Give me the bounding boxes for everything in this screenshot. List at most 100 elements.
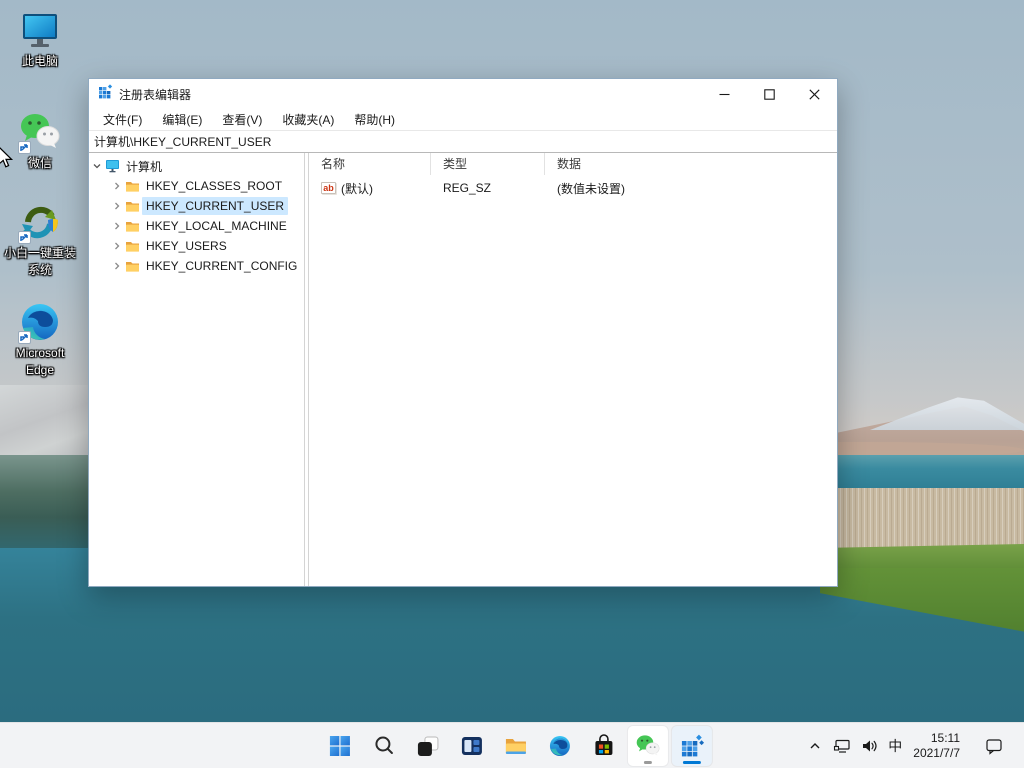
desktop-icon-microsoft-edge[interactable]: Microsoft Edge [6,300,74,378]
value-type: REG_SZ [443,181,492,195]
registry-value-row[interactable]: ab (默认) REG_SZ (数值未设置) [309,178,837,198]
desktop-app-button[interactable] [408,726,448,766]
desktop-icon-label: Microsoft [15,346,65,360]
folder-icon [125,240,142,253]
menu-favorites[interactable]: 收藏夹(A) [272,109,344,130]
address-bar[interactable]: 计算机\HKEY_CURRENT_USER [89,131,837,153]
edge-icon [549,736,570,756]
menu-file[interactable]: 文件(F) [93,109,152,130]
desktop: 此电脑 微信 小白一键重装 系统 Microsoft Edge 注册表编辑器 文… [0,0,1024,768]
registry-editor-taskbar-button[interactable] [671,726,712,766]
tray-time: 15:11 [930,731,960,745]
address-path: 计算机\HKEY_CURRENT_USER [94,135,272,149]
desktop-icon-xiaobai-reinstall[interactable]: 小白一键重装 系统 [4,200,77,278]
tree-node-hkey-current-config[interactable]: HKEY_CURRENT_CONFIG [89,256,304,276]
chevron-expanded-icon[interactable] [89,161,105,171]
registry-tree-pane: 计算机 HKEY_CLASSES_ROOT HKEY_CURRENT_USER … [89,153,304,586]
tree-node-label: 计算机 [126,159,163,174]
column-header-data[interactable]: 数据 [545,153,837,175]
edge-button[interactable] [540,726,580,766]
network-tray-button[interactable] [828,728,856,764]
list-header: 名称 类型 数据 [309,153,837,175]
wallpaper-reflections [0,455,92,559]
edge-icon [18,300,62,344]
tree-node-computer[interactable]: 计算机 [89,156,304,176]
windows-logo-icon [329,736,350,756]
store-button[interactable] [584,726,624,766]
menu-view[interactable]: 查看(V) [212,109,272,130]
desktop-icon-wechat[interactable]: 微信 [6,110,74,171]
chevron-collapsed-icon[interactable] [109,181,125,191]
file-explorer-button[interactable] [496,726,536,766]
chevron-collapsed-icon[interactable] [109,241,125,251]
computer-icon [105,159,122,173]
wechat-taskbar-button[interactable] [627,726,668,766]
folder-icon [125,200,142,213]
registry-editor-app-icon [98,84,113,104]
menu-help[interactable]: 帮助(H) [344,109,405,130]
search-button[interactable] [364,726,404,766]
microsoft-store-icon [595,734,613,755]
running-indicator [643,761,652,764]
shortcut-arrow-icon [18,141,31,154]
desktop-icon-label: 小白一键重装 [4,246,77,260]
tree-node-hkey-classes-root[interactable]: HKEY_CLASSES_ROOT [89,176,304,196]
desktop-icon-label: Edge [25,363,55,377]
folder-icon [125,220,142,233]
notification-center-button[interactable] [980,728,1008,764]
folder-icon [125,260,142,273]
chevron-up-icon [810,743,820,749]
wallpaper-shore [0,385,96,462]
minimize-button[interactable] [702,79,747,109]
shortcut-arrow-icon [18,231,31,244]
search-icon [375,736,393,754]
desktop-icon-this-pc[interactable]: 此电脑 [6,8,74,69]
wechat-icon [18,110,62,154]
maximize-button[interactable] [747,79,792,109]
menu-edit[interactable]: 编辑(E) [152,109,212,130]
ime-indicator[interactable]: 中 [883,728,907,764]
file-explorer-icon [505,739,526,754]
registry-editor-window: 注册表编辑器 文件(F) 编辑(E) 查看(V) 收藏夹(A) 帮助(H) 计算… [88,78,838,587]
tray-overflow-button[interactable] [802,728,828,764]
tree-node-label: HKEY_LOCAL_MACHINE [146,219,287,233]
start-button[interactable] [320,726,360,766]
volume-tray-button[interactable] [856,728,883,764]
chevron-collapsed-icon[interactable] [109,201,125,211]
desktop-icon-label: 系统 [27,263,52,277]
tree-node-label: HKEY_USERS [146,239,227,253]
close-button[interactable] [792,79,837,109]
wechat-icon [636,735,660,756]
notification-bubble-icon [986,738,1002,755]
task-view-button[interactable] [452,726,492,766]
desktop-icon-label: 此电脑 [21,54,58,68]
tree-node-hkey-users[interactable]: HKEY_USERS [89,236,304,256]
speaker-icon [863,740,877,752]
tray-date: 2021/7/7 [913,746,960,760]
chevron-collapsed-icon[interactable] [109,261,125,271]
window-title: 注册表编辑器 [119,87,192,102]
taskbar: 中 15:11 2021/7/7 [0,722,1024,768]
title-bar[interactable]: 注册表编辑器 [89,79,837,109]
tree-node-label-selected: HKEY_CURRENT_USER [142,197,289,215]
clock[interactable]: 15:11 2021/7/7 [907,731,966,761]
ethernet-network-icon [834,739,850,753]
column-header-name[interactable]: 名称 [309,153,431,175]
task-view-icon [461,737,482,755]
active-indicator [682,761,701,764]
tree-node-hkey-current-user[interactable]: HKEY_CURRENT_USER [89,196,304,216]
registry-editor-icon [681,734,705,757]
value-data: (数值未设置) [557,181,625,196]
desktop-icon-label: 微信 [27,156,52,170]
value-name: (默认) [341,181,373,196]
menu-bar: 文件(F) 编辑(E) 查看(V) 收藏夹(A) 帮助(H) [89,109,837,131]
tree-node-label: HKEY_CLASSES_ROOT [146,179,283,193]
tree-node-hkey-local-machine[interactable]: HKEY_LOCAL_MACHINE [89,216,304,236]
registry-values-pane: 名称 类型 数据 ab (默认) REG_SZ (数值未设置) [309,153,837,586]
chevron-collapsed-icon[interactable] [109,221,125,231]
shortcut-arrow-icon [18,331,31,344]
reg-sz-icon: ab [321,182,336,194]
folder-icon [125,180,142,193]
column-header-type[interactable]: 类型 [431,153,545,175]
xiaobai-reinstall-icon [18,200,62,244]
